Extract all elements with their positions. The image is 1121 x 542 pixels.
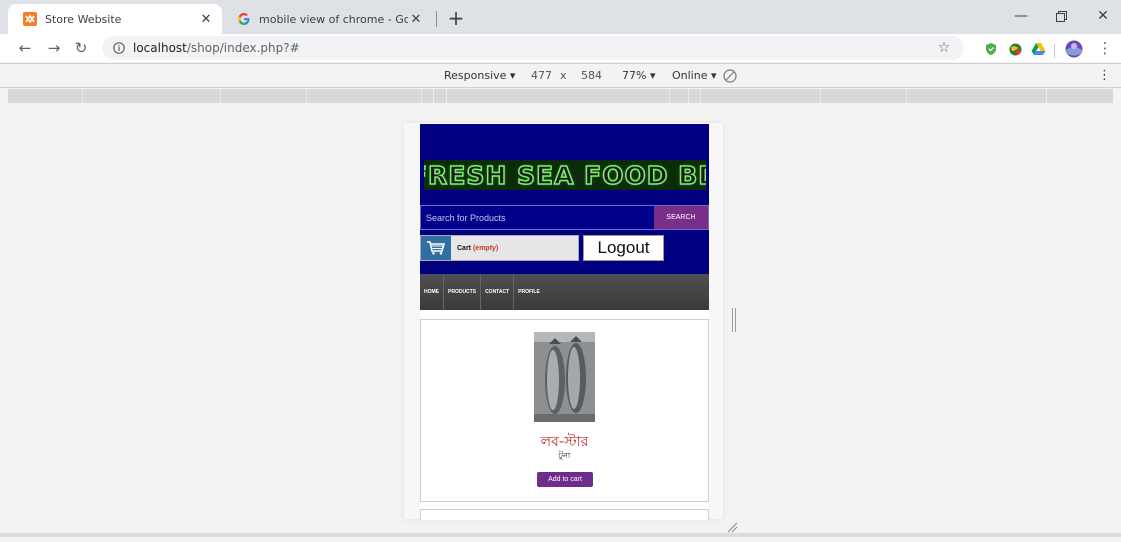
url-host: localhost [133,41,187,55]
network-throttle-select[interactable]: Online ▾ [672,69,717,82]
resize-height-handle[interactable] [553,523,577,537]
nav-contact[interactable]: CONTACT [481,274,515,310]
device-select-value: Responsive [444,69,507,82]
search-input[interactable] [421,206,654,229]
device-toolbar-menu-icon[interactable]: ⋮ [1098,68,1111,83]
tab-divider [436,11,437,27]
tab-strip: Store Website ✕ mobile view of chrome - … [0,0,1121,34]
logout-button[interactable]: Logout [583,235,664,261]
minimize-icon[interactable]: — [1006,4,1036,28]
product-subtitle: টুনা [558,451,571,460]
toolbar-divider [1054,44,1055,58]
rotate-disabled-icon[interactable] [722,68,738,84]
emulated-viewport: FRESH SEA FOOD BD SEARCH Cart (empty) Lo… [420,124,709,520]
close-tab-icon[interactable]: ✕ [198,11,214,27]
product-image[interactable] [534,332,595,422]
google-g-icon [237,12,251,26]
nav-home[interactable]: HOME [420,274,444,310]
new-tab-plus-icon[interactable]: + [444,6,468,30]
cart-widget[interactable]: Cart (empty) [420,235,579,261]
back-arrow-icon[interactable]: ← [14,37,36,59]
bookmark-star-icon[interactable]: ☆ [936,40,952,56]
tab-store-website[interactable]: Store Website ✕ [8,4,222,34]
site-logo[interactable]: FRESH SEA FOOD BD [424,160,706,190]
forward-arrow-icon[interactable]: → [43,37,65,59]
shopping-cart-icon [421,236,451,260]
reload-icon[interactable]: ↻ [70,37,92,59]
resize-corner-handle[interactable] [726,518,738,533]
profile-avatar-icon[interactable] [1065,40,1083,58]
close-tab-icon[interactable]: ✕ [408,11,424,27]
restore-window-icon[interactable] [1046,4,1076,28]
url-text: localhost/shop/index.php?# [133,41,300,55]
address-bar[interactable]: localhost/shop/index.php?# ☆ [102,36,964,60]
chrome-menu-icon[interactable]: ⋮ [1094,37,1116,59]
zoom-select-value: 77% [622,69,647,82]
url-path: /shop/index.php?# [186,41,300,55]
bottom-border [0,533,1121,537]
device-toolbar: Responsive ▾ 477 x 584 77% ▾ Online ▾ ⋮ [0,63,1121,88]
shield-extension-icon[interactable] [983,41,999,57]
dimension-separator: x [560,69,567,82]
site-header: FRESH SEA FOOD BD SEARCH Cart (empty) Lo… [420,124,709,274]
zoom-select[interactable]: 77% ▾ [622,69,655,82]
viewport-height-input[interactable]: 584 [581,69,602,82]
google-drive-icon[interactable] [1030,41,1046,57]
info-icon[interactable] [112,41,126,55]
search-bar: SEARCH [420,205,709,230]
viewport-width-input[interactable]: 477 [531,69,552,82]
browser-toolbar: ← → ↻ localhost/shop/index.php?# ☆ ⋮ [0,34,1121,62]
product-card [420,509,709,520]
site-nav: HOME PRODUCTS CONTACT PROFILE [420,274,709,310]
xampp-icon [23,12,37,26]
globe-extension-icon[interactable] [1007,41,1023,57]
tab-title: mobile view of chrome - Google [259,12,408,26]
tab-title: Store Website [45,12,122,26]
nav-products[interactable]: PRODUCTS [444,274,482,310]
cart-label-text: Cart [457,244,472,252]
nav-profile[interactable]: PROFILE [514,274,544,310]
network-select-value: Online [672,69,708,82]
device-select[interactable]: Responsive ▾ [444,69,515,82]
tab-google-search[interactable]: mobile view of chrome - Google ✕ [222,4,432,34]
resize-width-handle[interactable] [731,308,737,332]
search-button[interactable]: SEARCH [654,206,708,229]
add-to-cart-button[interactable]: Add to cart [537,472,593,487]
product-card: লব-স্টার টুনা Add to cart [420,319,709,502]
media-query-ruler [8,89,1113,103]
cart-label: Cart (empty) [457,245,498,252]
close-window-icon[interactable]: ✕ [1088,4,1118,28]
cart-status: (empty) [472,244,499,252]
